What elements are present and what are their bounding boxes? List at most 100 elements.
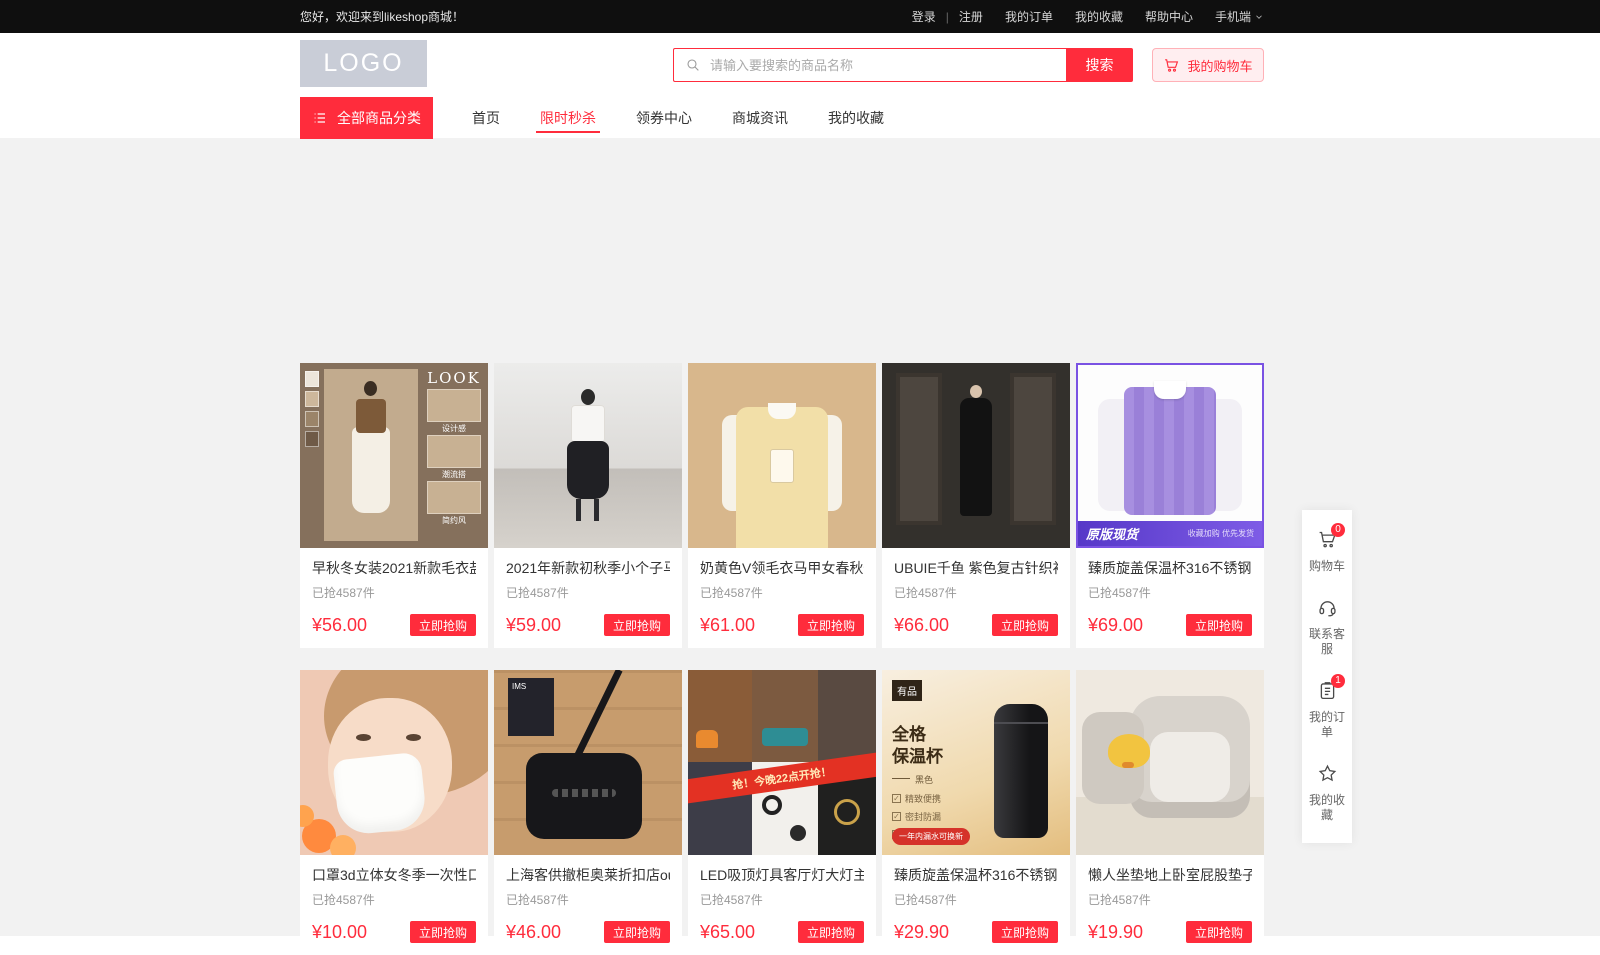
- decor-shape: [970, 385, 982, 398]
- product-name-overlay: 全格 保温杯: [892, 724, 943, 768]
- product-card[interactable]: 2021年新款初秋季小个子马甲... 已抢4587件 ¥59.00 立即抢购: [494, 363, 682, 648]
- product-image[interactable]: [494, 363, 682, 548]
- my-cart-button[interactable]: 我的购物车: [1152, 48, 1264, 82]
- decor-shape: [994, 722, 1048, 724]
- decor-shape: [1154, 381, 1186, 399]
- thumb-photo: [427, 481, 481, 514]
- search-input[interactable]: [673, 48, 1066, 82]
- buy-now-button[interactable]: 立即抢购: [798, 614, 864, 636]
- product-image[interactable]: [882, 363, 1070, 548]
- product-card[interactable]: 原版现货 收藏加购 优先发货 臻质旋盖保温杯316不锈钢内胆... 已抢4587…: [1076, 363, 1264, 648]
- sidebar-item-cart[interactable]: 0 购物车: [1302, 518, 1352, 586]
- sidebar-item-label: 购物车: [1308, 559, 1346, 574]
- buy-now-button[interactable]: 立即抢购: [410, 921, 476, 943]
- decor-shape: [352, 427, 390, 513]
- style-tag: 简约风: [427, 515, 481, 526]
- decor-swatch: [305, 371, 319, 387]
- nav-item-flash-sale[interactable]: 限时秒杀: [534, 97, 602, 138]
- search-icon: [685, 57, 701, 73]
- promo-banner-title: 原版现货: [1086, 524, 1138, 543]
- decor-shape: [892, 778, 910, 779]
- product-title[interactable]: 臻质旋盖保温杯316不锈钢内胆...: [894, 865, 1058, 885]
- decor-tile: [688, 670, 752, 762]
- topbar: 您好，欢迎来到likeshop商城！ 登录 | 注册 我的订单 我的收藏 帮助中…: [0, 0, 1600, 33]
- product-sold-count: 已抢4587件: [312, 891, 476, 908]
- product-card[interactable]: 懒人坐垫地上卧室屁股垫子办... 已抢4587件 ¥19.90 立即抢购: [1076, 670, 1264, 955]
- product-image[interactable]: 抢！今晚22点开抢！: [688, 670, 876, 855]
- product-card[interactable]: 口罩3d立体女冬季一次性口罩 已抢4587件 ¥10.00 立即抢购: [300, 670, 488, 955]
- brand-badge: 有品: [892, 680, 922, 701]
- sidebar-item-label: 我的订单: [1308, 710, 1346, 740]
- decor-swatch: [305, 411, 319, 427]
- product-image[interactable]: 原版现货 收藏加购 优先发货: [1076, 363, 1264, 548]
- product-image[interactable]: LOOK 设计感 潮流搭 简约风: [300, 363, 488, 548]
- headset-icon: [1317, 597, 1338, 618]
- sidebar-item-customer-service[interactable]: 联系客服: [1302, 586, 1352, 669]
- product-card[interactable]: 奶黄色V领毛衣马甲女春秋慵懒... 已抢4587件 ¥61.00 立即抢购: [688, 363, 876, 648]
- decor-shape: [790, 825, 806, 841]
- warranty-pill: 一年内漏水可换新: [892, 828, 970, 845]
- decor-shape: [1124, 387, 1216, 515]
- product-title[interactable]: 早秋冬女装2021新款毛衣盐系...: [312, 558, 476, 578]
- product-image[interactable]: [300, 670, 488, 855]
- nav-item-coupons[interactable]: 领券中心: [630, 97, 698, 138]
- decor-shape: [896, 373, 942, 525]
- decor-shape: [1150, 732, 1230, 802]
- topbar-link-help[interactable]: 帮助中心: [1145, 8, 1193, 25]
- topbar-link-favorites[interactable]: 我的收藏: [1075, 8, 1123, 25]
- product-title[interactable]: LED吸顶灯具客厅灯大灯主卧...: [700, 865, 864, 885]
- product-price: ¥69.00: [1088, 615, 1143, 636]
- name-line: 全格: [892, 724, 943, 746]
- decor-shape: [356, 399, 386, 433]
- decor-shape: [834, 799, 860, 825]
- decor-tile: [818, 670, 876, 762]
- register-link[interactable]: 注册: [959, 8, 983, 25]
- nav-item-favorites[interactable]: 我的收藏: [822, 97, 890, 138]
- logo[interactable]: LOGO: [300, 40, 427, 87]
- buy-now-button[interactable]: 立即抢购: [992, 614, 1058, 636]
- product-card[interactable]: IMS 上海客供撤柜奥莱折扣店outlets 已抢4587件 ¥46.00 立即…: [494, 670, 682, 955]
- model-photo: [324, 369, 418, 541]
- buy-now-button[interactable]: 立即抢购: [410, 614, 476, 636]
- product-title[interactable]: 臻质旋盖保温杯316不锈钢内胆...: [1088, 558, 1252, 578]
- product-title[interactable]: 口罩3d立体女冬季一次性口罩: [312, 865, 476, 885]
- product-title[interactable]: 2021年新款初秋季小个子马甲...: [506, 558, 670, 578]
- product-card[interactable]: LOOK 设计感 潮流搭 简约风 早秋冬女装2021新款毛衣盐系... 已抢45…: [300, 363, 488, 648]
- all-categories-button[interactable]: 全部商品分类: [300, 97, 433, 139]
- buy-now-button[interactable]: 立即抢购: [604, 614, 670, 636]
- product-image[interactable]: [688, 363, 876, 548]
- search-button[interactable]: 搜索: [1066, 48, 1133, 82]
- mobile-dropdown[interactable]: 手机端: [1215, 8, 1264, 25]
- product-card[interactable]: UBUIE千鱼 紫色复古针织衫马... 已抢4587件 ¥66.00 立即抢购: [882, 363, 1070, 648]
- product-image[interactable]: [1076, 670, 1264, 855]
- buy-now-button[interactable]: 立即抢购: [1186, 614, 1252, 636]
- main-nav: 全部商品分类 首页 限时秒杀 领券中心 商城资讯 我的收藏: [300, 97, 1264, 138]
- product-title[interactable]: 上海客供撤柜奥莱折扣店outlets: [506, 865, 670, 885]
- topbar-link-orders[interactable]: 我的订单: [1005, 8, 1053, 25]
- buy-now-button[interactable]: 立即抢购: [992, 921, 1058, 943]
- product-title[interactable]: UBUIE千鱼 紫色复古针织衫马...: [894, 558, 1058, 578]
- product-sold-count: 已抢4587件: [1088, 891, 1252, 908]
- decor-shape: [356, 734, 371, 741]
- decor-shape: [1122, 762, 1134, 768]
- product-grid: LOOK 设计感 潮流搭 简约风 早秋冬女装2021新款毛衣盐系... 已抢45…: [300, 363, 1264, 955]
- product-price: ¥10.00: [312, 922, 367, 943]
- sidebar-item-orders[interactable]: 1 我的订单: [1302, 669, 1352, 752]
- product-image[interactable]: 有品 全格 保温杯 黑色 ✓ 精致便携 ✓ 密封防漏 ✓ 316不锈钢: [882, 670, 1070, 855]
- buy-now-button[interactable]: 立即抢购: [798, 921, 864, 943]
- star-icon: [1317, 763, 1338, 784]
- product-image[interactable]: IMS: [494, 670, 682, 855]
- nav-item-news[interactable]: 商城资讯: [726, 97, 794, 138]
- check-icon: ✓: [892, 812, 901, 821]
- product-title[interactable]: 懒人坐垫地上卧室屁股垫子办...: [1088, 865, 1252, 885]
- login-link[interactable]: 登录: [912, 8, 936, 25]
- decor-shape: [762, 728, 808, 746]
- product-title[interactable]: 奶黄色V领毛衣马甲女春秋慵懒...: [700, 558, 864, 578]
- buy-now-button[interactable]: 立即抢购: [604, 921, 670, 943]
- product-card[interactable]: 抢！今晚22点开抢！ LED吸顶灯具客厅灯大灯主卧... 已抢4587件 ¥65…: [688, 670, 876, 955]
- nav-item-home[interactable]: 首页: [466, 97, 506, 138]
- buy-now-button[interactable]: 立即抢购: [1186, 921, 1252, 943]
- product-card[interactable]: 有品 全格 保温杯 黑色 ✓ 精致便携 ✓ 密封防漏 ✓ 316不锈钢: [882, 670, 1070, 955]
- divider: |: [946, 10, 949, 24]
- sidebar-item-favorites[interactable]: 我的收藏: [1302, 752, 1352, 835]
